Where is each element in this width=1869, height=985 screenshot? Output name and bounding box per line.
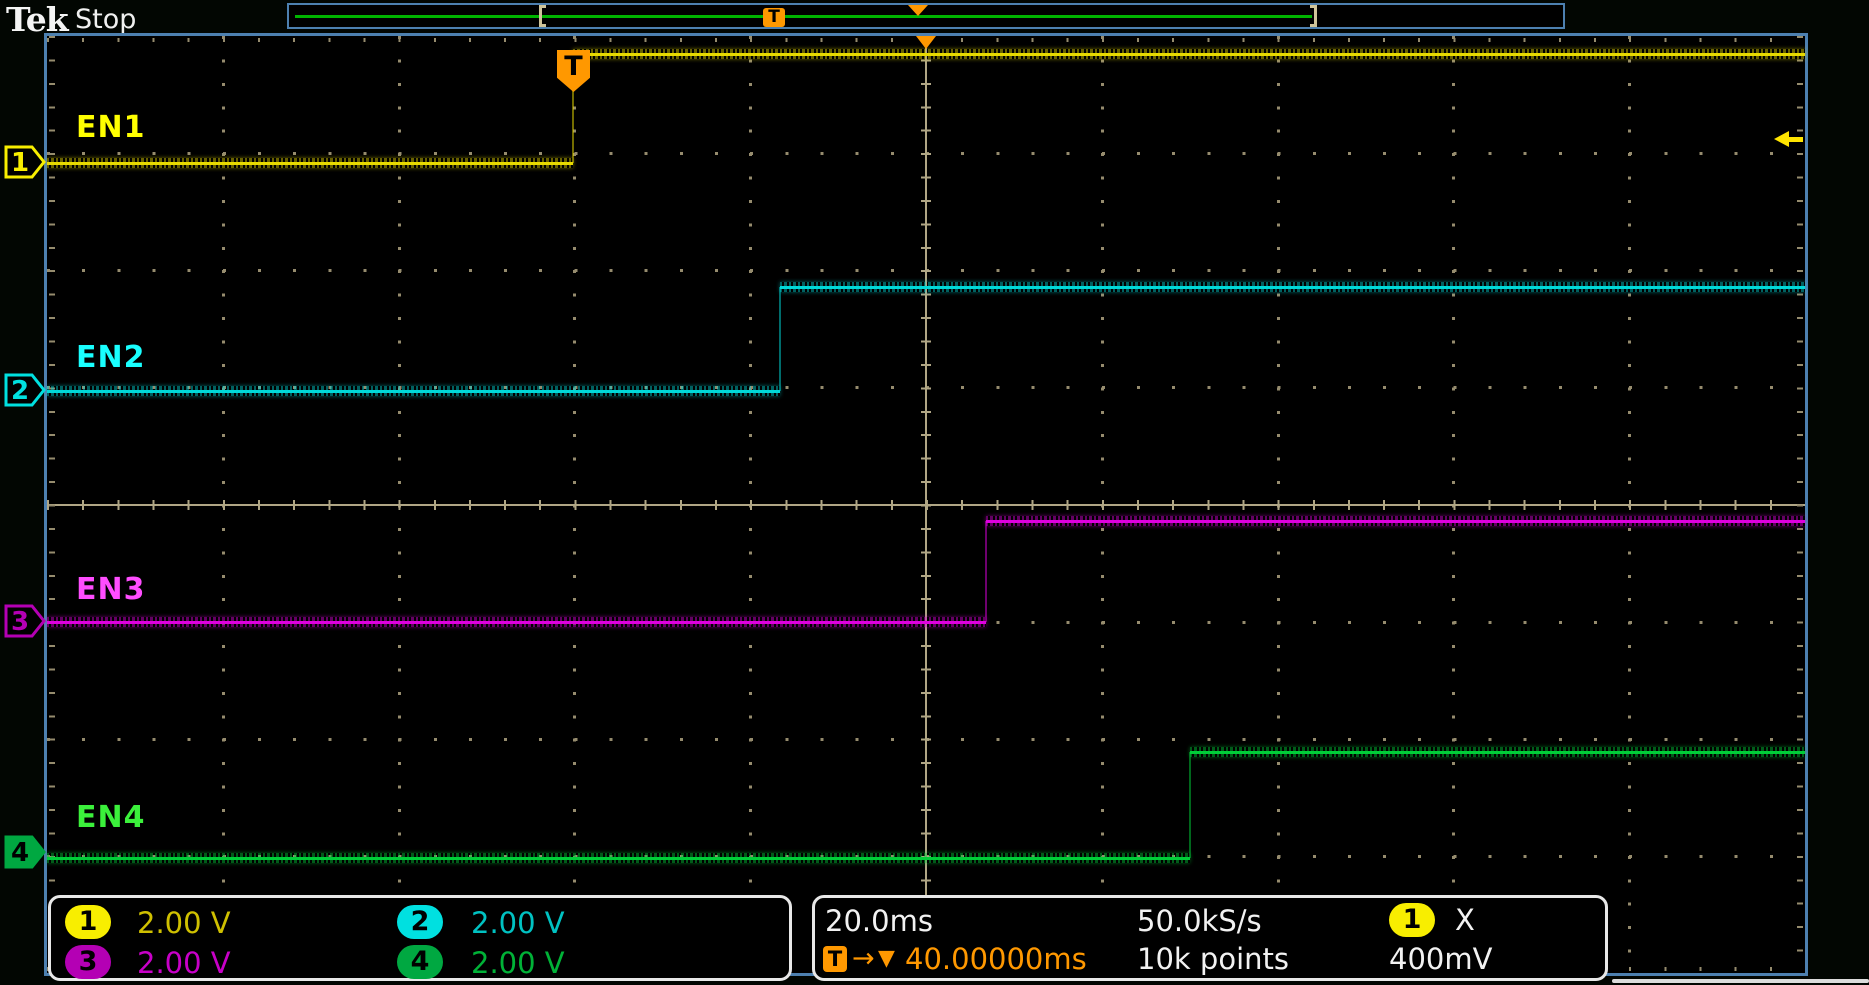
- channel-readout-box: 1 2.00 V 2 2.00 V 3 2.00 V 4 2.00 V: [48, 895, 792, 981]
- trigger-slope-readout: X: [1455, 903, 1475, 937]
- channel-4-position-marker: 4: [4, 835, 46, 869]
- trace-core-line: [780, 286, 1805, 289]
- left-edge-ticks: [49, 36, 55, 973]
- waveform-label-en2: EN2: [76, 340, 145, 375]
- record-view-bar: T: [287, 3, 1565, 29]
- oscilloscope-screen: Tek Stop T EN1EN2EN3EN4T 12.00 V22.00 V3…: [0, 0, 1869, 985]
- channel-3-scale-readout: 2.00 V: [137, 946, 231, 980]
- channel-2-scale-readout: 2.00 V: [471, 906, 565, 940]
- trace-high-segment-ch3: [986, 516, 1805, 526]
- trigger-position-marker: T: [557, 50, 590, 92]
- channel-3-badge: 3: [65, 945, 111, 979]
- trigger-arrow-icon: →: [852, 943, 875, 974]
- trigger-level-readout: 400mV: [1389, 942, 1492, 976]
- acquisition-status: Stop: [75, 4, 136, 35]
- svg-text:4: 4: [11, 838, 29, 868]
- channel-2-badge: 2: [397, 905, 443, 939]
- graticule: EN1 EN2 EN3 EN4 T: [44, 33, 1808, 976]
- waveform-label-en3: EN3: [76, 572, 145, 607]
- center-vertical-axis: [921, 36, 931, 973]
- channel-1-scale-readout: 2.00 V: [137, 906, 231, 940]
- trace-rising-edge-ch4: [1189, 752, 1191, 858]
- bottom-menu-edge-line: [1612, 979, 1869, 983]
- trigger-level-arrow-head: [1774, 131, 1789, 147]
- waveform-label-en1: EN1: [76, 110, 145, 145]
- channel-marker-shape: 1: [4, 145, 46, 179]
- trace-low-segment-ch1: [47, 158, 573, 168]
- trace-core-line: [47, 621, 986, 624]
- svg-text:3: 3: [11, 607, 29, 637]
- channel-marker-shape: 3: [4, 604, 46, 638]
- trace-high-segment-ch1: [573, 49, 1805, 59]
- trace-high-segment-ch4: [1190, 747, 1805, 757]
- trace-high-segment-ch2: [780, 282, 1805, 292]
- expansion-point-marker: [916, 36, 936, 49]
- timebase-readout: 20.0ms: [825, 904, 933, 938]
- record-length-readout: 10k points: [1137, 942, 1289, 976]
- svg-text:1: 1: [11, 148, 29, 178]
- trace-rising-edge-ch2: [779, 287, 781, 391]
- channel-2-position-marker: 2: [4, 373, 46, 407]
- record-window-start-bracket: [539, 5, 546, 27]
- trace-core-line: [47, 390, 780, 393]
- trigger-marker-icon: ▼: [878, 946, 895, 971]
- trace-core-line: [47, 857, 1190, 860]
- channel-marker-shape: 4: [4, 835, 46, 869]
- trace-core-line: [47, 162, 573, 165]
- record-waveform-line: [295, 15, 1312, 18]
- svg-text:2: 2: [11, 376, 29, 406]
- trace-core-line: [573, 53, 1805, 56]
- trigger-source-badge: 1: [1389, 903, 1435, 937]
- record-window-end-bracket: [1310, 5, 1317, 27]
- right-edge-ticks: [1797, 36, 1803, 973]
- horizontal-trigger-readout-box: 20.0ms 50.0kS/s 1 X T → ▼ 40.00000ms 10k…: [812, 895, 1608, 981]
- trace-low-segment-ch2: [47, 386, 780, 396]
- trace-core-line: [986, 520, 1805, 523]
- trigger-t-icon: T: [823, 946, 847, 972]
- channel-4-badge: 4: [397, 945, 443, 979]
- trace-rising-edge-ch3: [985, 521, 987, 622]
- trace-low-segment-ch4: [47, 853, 1190, 863]
- channel-4-scale-readout: 2.00 V: [471, 946, 565, 980]
- trigger-level-arrow: [1774, 131, 1803, 147]
- trigger-delay-readout: 40.00000ms: [905, 942, 1087, 976]
- record-trigger-t-marker: T: [763, 8, 785, 27]
- channel-3-position-marker: 3: [4, 604, 46, 638]
- trace-low-segment-ch3: [47, 617, 986, 627]
- trigger-level-arrow-stem: [1788, 137, 1803, 142]
- vertical-axis-line: [925, 36, 927, 973]
- trace-core-line: [1190, 751, 1805, 754]
- waveform-label-en4: EN4: [76, 800, 145, 835]
- channel-1-position-marker: 1: [4, 145, 46, 179]
- channel-1-badge: 1: [65, 905, 111, 939]
- sample-rate-readout: 50.0kS/s: [1137, 904, 1262, 938]
- channel-marker-shape: 2: [4, 373, 46, 407]
- record-expansion-marker: [908, 5, 928, 16]
